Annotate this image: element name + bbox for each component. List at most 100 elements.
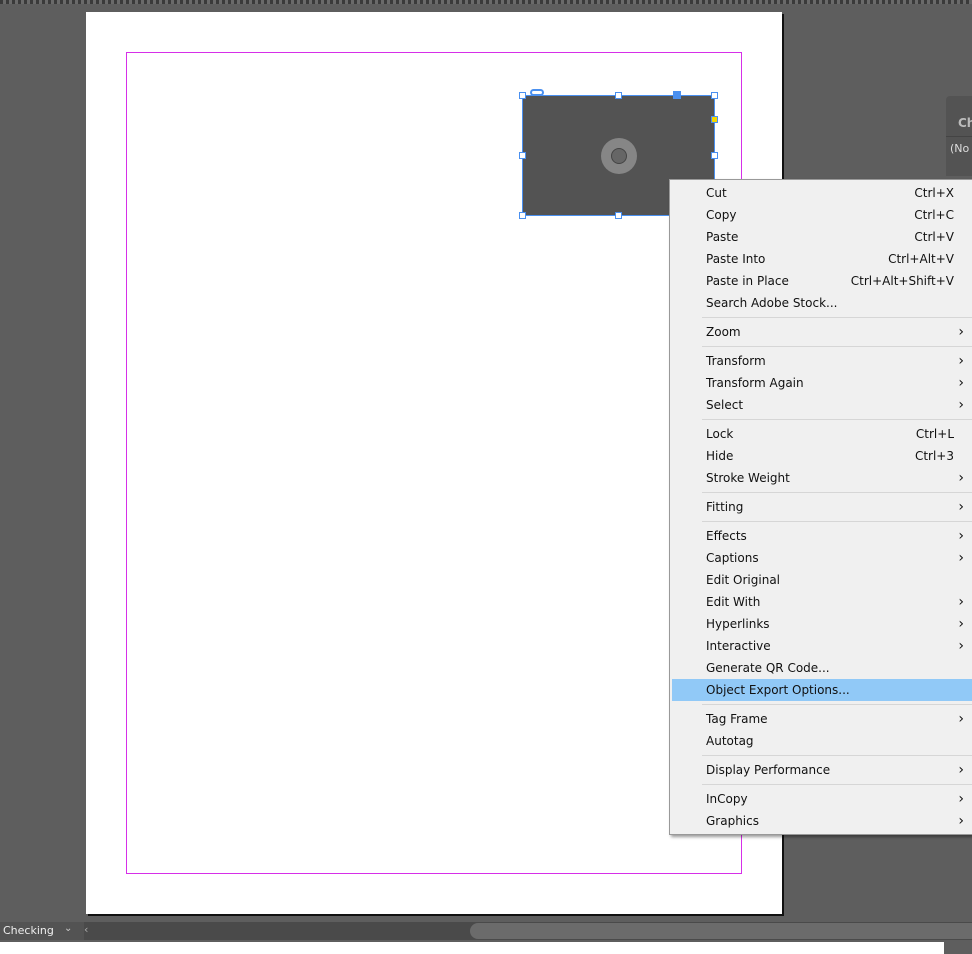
- handle-top-right[interactable]: [711, 92, 718, 99]
- menu-separator: [670, 314, 972, 321]
- menu-item-cut[interactable]: Cut Ctrl+X: [672, 182, 972, 204]
- panel-title: Ch: [958, 116, 972, 130]
- menu-item-label: Transform Again: [706, 376, 804, 390]
- menu-item-display-performance[interactable]: Display Performance ›: [672, 759, 972, 781]
- menu-item-incopy[interactable]: InCopy ›: [672, 788, 972, 810]
- menu-item-shortcut: Ctrl+L: [915, 427, 954, 441]
- menu-item-shortcut: Ctrl+3: [914, 449, 954, 463]
- chevron-right-icon: ›: [958, 324, 964, 340]
- menu-separator: [670, 416, 972, 423]
- horizontal-scrollbar[interactable]: [84, 922, 972, 940]
- menu-item-label: Paste Into: [706, 252, 766, 266]
- chevron-right-icon: ›: [958, 353, 964, 369]
- menu-item-paste-into[interactable]: Paste Into Ctrl+Alt+V: [672, 248, 972, 270]
- menu-item-search-adobe-stock[interactable]: Search Adobe Stock...: [672, 292, 972, 314]
- menu-separator: [670, 343, 972, 350]
- menu-separator: [670, 489, 972, 496]
- chevron-right-icon: ›: [958, 528, 964, 544]
- menu-item-shortcut: Ctrl+V: [914, 230, 954, 244]
- menu-item-label: Transform: [706, 354, 766, 368]
- menu-item-label: InCopy: [706, 792, 748, 806]
- menu-item-label: Select: [706, 398, 744, 412]
- chevron-right-icon: ›: [958, 762, 964, 778]
- menu-item-label: Cut: [706, 186, 727, 200]
- menu-item-interactive[interactable]: Interactive ›: [672, 635, 972, 657]
- menu-item-tag-frame[interactable]: Tag Frame ›: [672, 708, 972, 730]
- panel-value[interactable]: (No: [950, 142, 969, 155]
- menu-item-effects[interactable]: Effects ›: [672, 525, 972, 547]
- menu-item-edit-with[interactable]: Edit With ›: [672, 591, 972, 613]
- menu-item-label: Lock: [706, 427, 734, 441]
- scrollbar-thumb[interactable]: [470, 923, 972, 939]
- chevron-left-icon[interactable]: ‹: [84, 923, 88, 936]
- menu-item-label: Autotag: [706, 734, 754, 748]
- menu-item-autotag[interactable]: Autotag: [672, 730, 972, 752]
- preflight-status: Checking: [3, 924, 54, 937]
- menu-item-hyperlinks[interactable]: Hyperlinks ›: [672, 613, 972, 635]
- menu-item-label: Search Adobe Stock...: [706, 296, 838, 310]
- menu-item-stroke-weight[interactable]: Stroke Weight ›: [672, 467, 972, 489]
- menu-item-label: Zoom: [706, 325, 741, 339]
- menu-separator: [670, 752, 972, 759]
- menu-item-transform-again[interactable]: Transform Again ›: [672, 372, 972, 394]
- menu-item-label: Graphics: [706, 814, 759, 828]
- menu-item-label: Effects: [706, 529, 747, 543]
- menu-item-label: Display Performance: [706, 763, 831, 777]
- menu-item-generate-qr-code[interactable]: Generate QR Code...: [672, 657, 972, 679]
- menu-item-label: Fitting: [706, 500, 744, 514]
- menu-item-label: Hide: [706, 449, 734, 463]
- handle-left[interactable]: [519, 152, 526, 159]
- handle-top[interactable]: [615, 92, 622, 99]
- menu-item-label: Paste in Place: [706, 274, 789, 288]
- chevron-right-icon: ›: [958, 616, 964, 632]
- menu-item-label: Generate QR Code...: [706, 661, 830, 675]
- menu-item-label: Interactive: [706, 639, 771, 653]
- menu-item-paste-in-place[interactable]: Paste in Place Ctrl+Alt+Shift+V: [672, 270, 972, 292]
- menu-item-label: Object Export Options...: [706, 683, 850, 697]
- menu-item-fitting[interactable]: Fitting ›: [672, 496, 972, 518]
- chevron-right-icon: ›: [958, 791, 964, 807]
- menu-item-label: Captions: [706, 551, 759, 565]
- menu-item-shortcut: Ctrl+C: [914, 208, 954, 222]
- menu-item-select[interactable]: Select ›: [672, 394, 972, 416]
- menu-separator: [670, 701, 972, 708]
- chevron-right-icon: ›: [958, 499, 964, 515]
- handle-bottom-left[interactable]: [519, 212, 526, 219]
- menu-item-label: Copy: [706, 208, 737, 222]
- menu-item-shortcut: Ctrl+X: [914, 186, 954, 200]
- context-menu: Cut Ctrl+X Copy Ctrl+C Paste Ctrl+V Paste Into…: [669, 179, 972, 835]
- bottom-area: [0, 942, 944, 954]
- corner-options-handle[interactable]: [711, 116, 718, 123]
- handle-bottom[interactable]: [615, 212, 622, 219]
- menu-item-object-export-options[interactable]: Object Export Options...: [672, 679, 972, 701]
- menu-item-label: Hyperlinks: [706, 617, 770, 631]
- out-port-handle[interactable]: [673, 91, 681, 99]
- handle-right[interactable]: [711, 152, 718, 159]
- menu-item-copy[interactable]: Copy Ctrl+C: [672, 204, 972, 226]
- chevron-right-icon: ›: [958, 375, 964, 391]
- menu-item-lock[interactable]: Lock Ctrl+L: [672, 423, 972, 445]
- chevron-down-icon[interactable]: ⌄: [64, 923, 72, 934]
- menu-item-paste[interactable]: Paste Ctrl+V: [672, 226, 972, 248]
- menu-item-label: Edit With: [706, 595, 761, 609]
- menu-item-label: Paste: [706, 230, 739, 244]
- content-grabber-icon[interactable]: [601, 138, 637, 174]
- menu-item-hide[interactable]: Hide Ctrl+3: [672, 445, 972, 467]
- menu-item-shortcut: Ctrl+Alt+Shift+V: [850, 274, 954, 288]
- link-icon: [530, 89, 544, 96]
- menu-item-shortcut: Ctrl+Alt+V: [888, 252, 954, 266]
- side-panel: Ch (No: [946, 96, 972, 176]
- menu-item-edit-original[interactable]: Edit Original: [672, 569, 972, 591]
- chevron-right-icon: ›: [958, 638, 964, 654]
- menu-item-zoom[interactable]: Zoom ›: [672, 321, 972, 343]
- chevron-right-icon: ›: [958, 711, 964, 727]
- chevron-right-icon: ›: [958, 550, 964, 566]
- menu-item-graphics[interactable]: Graphics ›: [672, 810, 972, 832]
- chevron-right-icon: ›: [958, 397, 964, 413]
- chevron-right-icon: ›: [958, 813, 964, 829]
- menu-item-captions[interactable]: Captions ›: [672, 547, 972, 569]
- menu-item-label: Tag Frame: [706, 712, 768, 726]
- handle-top-left[interactable]: [519, 92, 526, 99]
- menu-item-transform[interactable]: Transform ›: [672, 350, 972, 372]
- menu-item-label: Stroke Weight: [706, 471, 790, 485]
